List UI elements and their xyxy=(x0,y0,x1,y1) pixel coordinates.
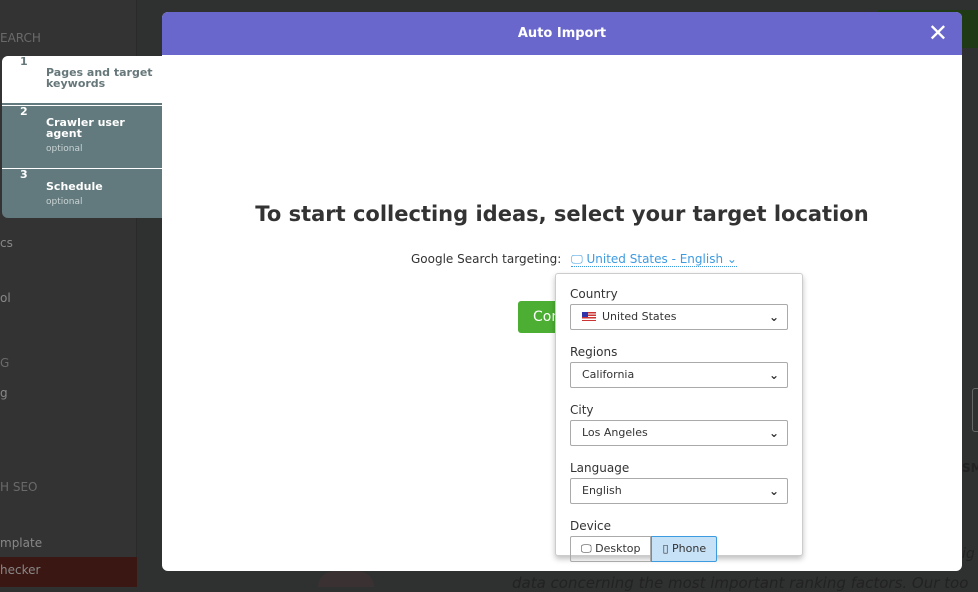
country-value: United States xyxy=(602,310,677,323)
country-label: Country xyxy=(570,287,618,301)
chevron-down-icon: ⌄ xyxy=(768,310,779,324)
sidebar-fragment: g xyxy=(0,386,8,400)
city-select[interactable]: Los Angeles ⌄ xyxy=(570,420,788,446)
modal-title: Auto Import xyxy=(517,26,607,41)
step-crawler-user-agent[interactable]: 2 Crawler user agent optional xyxy=(2,105,162,166)
device-label: Device xyxy=(570,519,612,533)
background-fragment: ig xyxy=(962,546,975,562)
page-title: To start collecting ideas, select your t… xyxy=(255,202,869,226)
desktop-icon: 🖵 xyxy=(581,542,592,555)
step-number: 1 xyxy=(20,56,28,68)
city-label: City xyxy=(570,403,594,417)
desktop-label: Desktop xyxy=(595,542,641,555)
close-icon[interactable]: ✕ xyxy=(928,12,948,55)
city-value: Los Angeles xyxy=(582,426,648,439)
step-schedule[interactable]: 3 Schedule optional xyxy=(2,168,162,218)
language-select[interactable]: English ⌄ xyxy=(570,478,788,504)
background-fragment: SM xyxy=(962,461,978,475)
step-number: 3 xyxy=(20,168,28,181)
targeting-dropdown[interactable]: 🖵 United States - English ⌄ xyxy=(571,252,737,267)
sidebar-fragment: G xyxy=(0,356,10,370)
background-text: data concerning the most important ranki… xyxy=(512,574,969,592)
targeting-label: Google Search targeting: xyxy=(411,252,562,266)
targeting-value: United States - English xyxy=(586,252,724,266)
sidebar-fragment: mplate xyxy=(0,536,43,550)
sidebar-fragment: cs xyxy=(0,236,13,250)
sidebar-fragment: EARCH xyxy=(0,31,41,45)
phone-button[interactable]: ▯ Phone xyxy=(651,536,718,562)
chevron-down-icon: ⌄ xyxy=(768,426,779,440)
step-label: Pages and target keywords xyxy=(46,66,153,90)
chevron-down-icon: ⌄ xyxy=(768,368,779,382)
country-select[interactable]: United States ⌄ xyxy=(570,304,788,330)
monitor-icon: 🖵 xyxy=(571,252,583,266)
us-flag-icon xyxy=(582,312,596,321)
language-label: Language xyxy=(570,461,630,475)
language-value: English xyxy=(582,484,622,497)
chevron-down-icon: ⌄ xyxy=(726,252,737,266)
step-number: 2 xyxy=(20,105,28,118)
targeting-row: Google Search targeting: 🖵 United States… xyxy=(411,252,737,267)
phone-label: Phone xyxy=(672,542,707,555)
step-note: optional xyxy=(46,144,83,154)
sidebar-fragment: H SEO xyxy=(0,480,38,494)
step-label: Schedule xyxy=(46,180,103,193)
desktop-button[interactable]: 🖵 Desktop xyxy=(570,536,652,562)
sidebar-fragment-active[interactable]: hecker xyxy=(0,557,137,587)
location-dropdown-panel: Country United States ⌄ Regions Californi… xyxy=(555,273,803,562)
background-avatar xyxy=(318,571,374,587)
step-pages-keywords[interactable]: 1 Pages and target keywords xyxy=(2,56,162,103)
sidebar-fragment: ol xyxy=(0,291,11,305)
region-value: California xyxy=(582,368,635,381)
regions-select[interactable]: California ⌄ xyxy=(570,362,788,388)
device-toggle: 🖵 Desktop ▯ Phone xyxy=(570,536,788,562)
step-note: optional xyxy=(46,197,83,207)
phone-icon: ▯ xyxy=(662,542,669,555)
background-input xyxy=(972,388,978,432)
chevron-down-icon: ⌄ xyxy=(768,484,779,498)
modal-header: Auto Import ✕ xyxy=(162,12,962,55)
step-label: Crawler user agent xyxy=(46,116,125,140)
wizard-steps: 1 Pages and target keywords 2 Crawler user… xyxy=(2,56,162,218)
auto-import-modal: Auto Import ✕ To start collecting ideas,… xyxy=(162,12,962,571)
regions-label: Regions xyxy=(570,345,618,359)
